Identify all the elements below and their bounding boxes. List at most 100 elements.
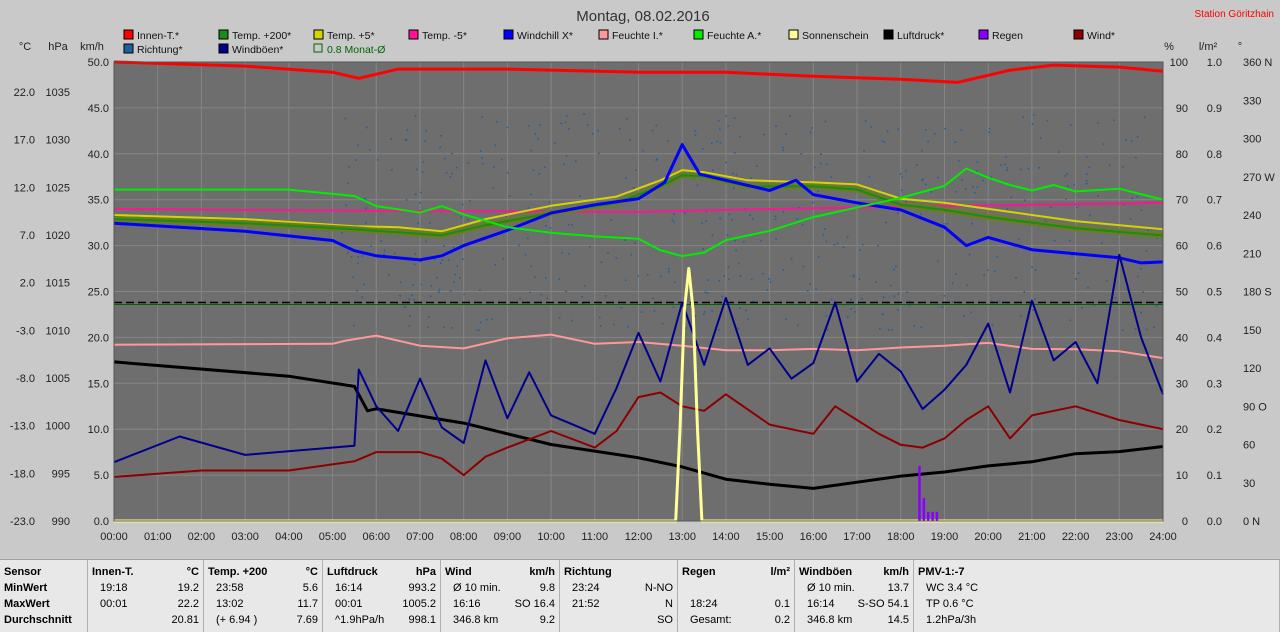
direction-point [1064, 175, 1067, 177]
direction-point [652, 297, 654, 300]
direction-point [1155, 304, 1158, 307]
tick-label-direction: 240 [1243, 210, 1261, 222]
direction-point [583, 113, 585, 115]
direction-point [960, 129, 963, 131]
direction-point [1046, 119, 1049, 122]
direction-point [1069, 239, 1071, 242]
stats-cell-value: 14.5 [887, 614, 909, 626]
direction-point [632, 187, 635, 189]
direction-point [852, 275, 855, 278]
direction-point [630, 253, 632, 256]
direction-point [1086, 156, 1088, 158]
direction-point [565, 290, 567, 293]
direction-point [357, 144, 360, 147]
tick-label-time: 09:00 [494, 531, 522, 543]
direction-point [864, 120, 867, 122]
direction-point [812, 201, 814, 204]
direction-point [653, 310, 656, 312]
direction-point [421, 171, 424, 173]
tick-label-kmh: 0.0 [94, 516, 109, 528]
direction-point [1140, 267, 1142, 270]
direction-point [1140, 209, 1143, 212]
direction-point [745, 309, 747, 312]
direction-point [420, 191, 422, 194]
direction-point [811, 127, 813, 129]
direction-point [637, 275, 639, 278]
direction-point [433, 258, 436, 261]
direction-point [544, 166, 546, 168]
direction-point [809, 283, 811, 285]
stats-cell-value: 998.1 [408, 614, 436, 626]
stats-row: 00:01 1005.2 [327, 598, 436, 613]
direction-point [600, 325, 602, 327]
direction-point [974, 192, 976, 194]
direction-point [1010, 196, 1013, 199]
stats-header-label: Wind [445, 566, 472, 578]
tick-label-time: 06:00 [362, 531, 390, 543]
direction-point [667, 140, 669, 142]
stats-cell-label: WC 3.4 °C [926, 582, 979, 594]
direction-point [399, 294, 401, 297]
stats-cell-value: N [665, 598, 673, 610]
stats-header-label: Temp. +200 [208, 566, 268, 578]
direction-point [718, 279, 721, 282]
direction-point [524, 253, 527, 256]
direction-point [998, 300, 1001, 303]
direction-point [634, 169, 637, 171]
legend-label: Feuchte A.* [707, 30, 761, 42]
stats-cell-label: 346.8 km [453, 614, 499, 626]
direction-point [920, 326, 922, 329]
stats-row: 23:58 5.6 [208, 582, 318, 597]
direction-point [900, 189, 903, 192]
direction-point [425, 130, 427, 132]
direction-point [530, 265, 533, 268]
direction-point [538, 173, 541, 175]
tick-label-time: 00:00 [100, 531, 128, 543]
tick-label-kmh: 5.0 [94, 470, 109, 482]
direction-point [519, 298, 521, 300]
stats-cell-value: 7.69 [296, 614, 318, 626]
tick-label-kmh: 45.0 [88, 103, 109, 115]
tick-label-kmh: 10.0 [88, 424, 109, 436]
direction-point [685, 327, 687, 329]
rain-bar [922, 498, 926, 521]
direction-point [620, 307, 623, 309]
stats-column: Sensor MinWert MaxWert Durchschnitt [0, 560, 88, 632]
direction-point [706, 292, 709, 295]
tick-label-time: 10:00 [537, 531, 565, 543]
direction-point [796, 218, 799, 220]
direction-point [1027, 167, 1030, 170]
direction-point [575, 160, 577, 163]
tick-label-rain: 0.2 [1207, 424, 1222, 436]
direction-point [1096, 122, 1099, 124]
direction-point [368, 149, 371, 151]
tick-label-time: 08:00 [450, 531, 478, 543]
direction-point [1006, 167, 1009, 169]
direction-point [897, 211, 899, 214]
stats-cell-value: SO 16.4 [514, 598, 555, 610]
stats-cell-value: 993.2 [408, 582, 436, 594]
stats-cell-value: 22.2 [177, 598, 199, 610]
direction-point [429, 295, 432, 298]
legend-swatch [503, 29, 514, 40]
direction-point [592, 133, 594, 135]
stats-cell-label: Gesamt: [690, 614, 732, 626]
direction-point [1086, 182, 1088, 185]
direction-point [558, 317, 561, 319]
tick-label-degc: 22.0 [14, 87, 35, 99]
direction-point [404, 138, 407, 141]
stats-row: 16:16 SO 16.4 [445, 598, 555, 613]
direction-point [364, 197, 366, 200]
direction-point [711, 234, 714, 237]
direction-point [406, 128, 409, 131]
direction-point [897, 128, 900, 130]
direction-point [861, 298, 863, 300]
stats-cell-label: TP 0.6 °C [926, 598, 974, 610]
stats-column: Temp. +200 °C 23:58 5.6 13:02 11.7 (+ 6.94 ) 7.… [204, 560, 323, 632]
direction-point [584, 285, 586, 287]
stats-row: 19:18 19.2 [92, 582, 199, 597]
legend-swatch [883, 29, 894, 40]
direction-point [1112, 119, 1115, 122]
tick-label-kmh: 35.0 [88, 195, 109, 207]
stats-cell-label: ^1.9hPa/h [335, 614, 385, 626]
